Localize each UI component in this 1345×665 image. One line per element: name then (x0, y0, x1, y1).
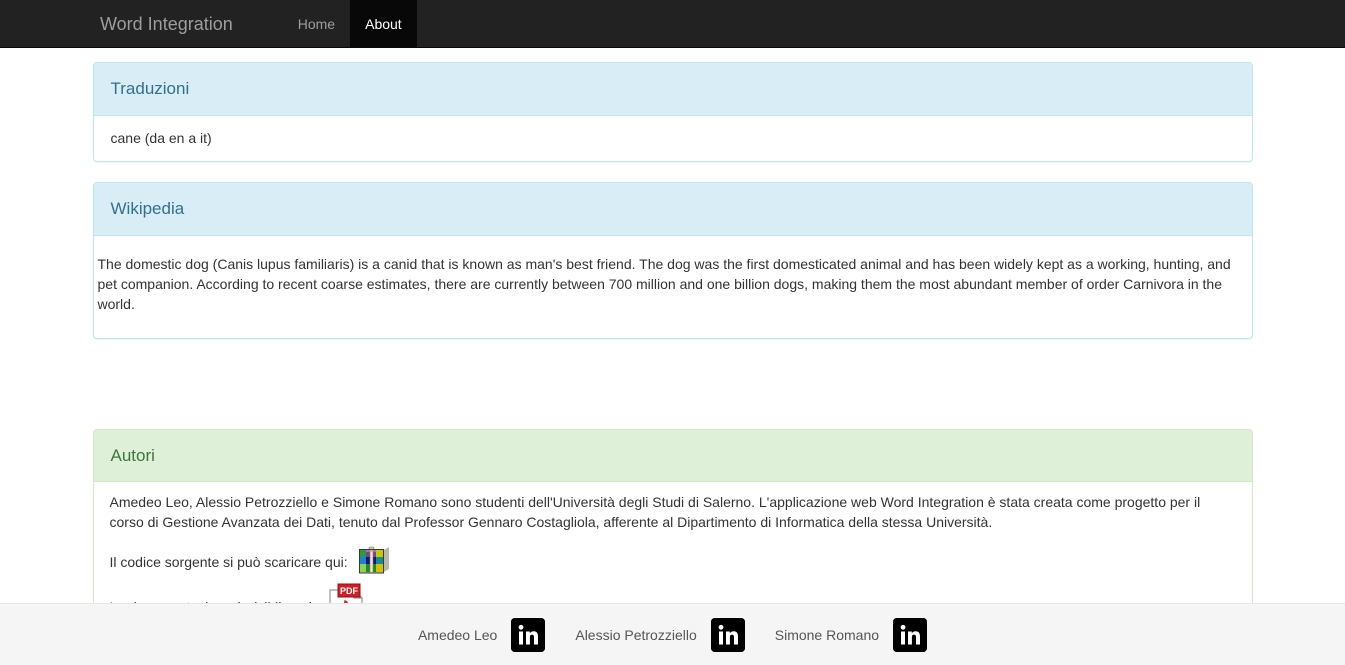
page-footer: Amedeo Leo Alessio Petrozziello Simone R… (0, 603, 1345, 665)
wikipedia-panel-title: Wikipedia (110, 198, 185, 218)
linkedin-icon (511, 617, 546, 652)
linkedin-link-3[interactable] (893, 617, 928, 652)
footer-person-1: Amedeo Leo (417, 617, 575, 652)
wikipedia-panel: Wikipedia The domestic dog (Canis lupus … (92, 181, 1253, 339)
linkedin-icon (893, 617, 928, 652)
footer-person-2: Alessio Petrozziello (575, 617, 774, 652)
autori-description: Amedeo Leo, Alessio Petrozziello e Simon… (109, 494, 1201, 531)
pdf-icon-text: PDF (340, 586, 359, 596)
footer-name-2: Alessio Petrozziello (575, 626, 697, 643)
rar-archive-icon (356, 545, 390, 580)
navbar-brand[interactable]: Word Integration (85, 0, 248, 47)
footer-name-3: Simone Romano (774, 626, 880, 643)
traduzioni-panel-body: cane (da en a it) (94, 116, 1252, 161)
translation-item: cane (da en a it) (110, 129, 212, 146)
footer-name-1: Amedeo Leo (417, 626, 498, 643)
source-download-row: Il codice sorgente si può scaricare qui: (110, 544, 1236, 580)
footer-person-3: Simone Romano (774, 617, 928, 652)
linkedin-icon (710, 617, 745, 652)
source-download-label: Il codice sorgente si può scaricare qui: (109, 554, 348, 571)
traduzioni-panel-title: Traduzioni (110, 79, 190, 98)
wikipedia-panel-heading: Wikipedia (93, 182, 1252, 236)
nav-link-home[interactable]: Home (283, 0, 350, 47)
navbar-links: Home About (283, 0, 417, 47)
source-download-link[interactable] (356, 545, 390, 580)
traduzioni-panel: Traduzioni cane (da en a it) (92, 62, 1253, 162)
linkedin-link-2[interactable] (710, 617, 745, 652)
autori-panel-title: Autori (110, 445, 155, 465)
traduzioni-panel-heading: Traduzioni (93, 63, 1252, 116)
main-container: Traduzioni cane (da en a it) Wikipedia T… (78, 62, 1268, 647)
top-navbar: Word Integration Home About (0, 0, 1345, 48)
linkedin-link-1[interactable] (511, 617, 546, 652)
nav-link-about[interactable]: About (350, 0, 417, 47)
autori-panel-heading: Autori (93, 429, 1252, 483)
footer-inner: Amedeo Leo Alessio Petrozziello Simone R… (417, 617, 928, 652)
navbar-inner: Word Integration Home About (85, 0, 417, 47)
wikipedia-panel-body: The domestic dog (Canis lupus familiaris… (97, 255, 1231, 312)
